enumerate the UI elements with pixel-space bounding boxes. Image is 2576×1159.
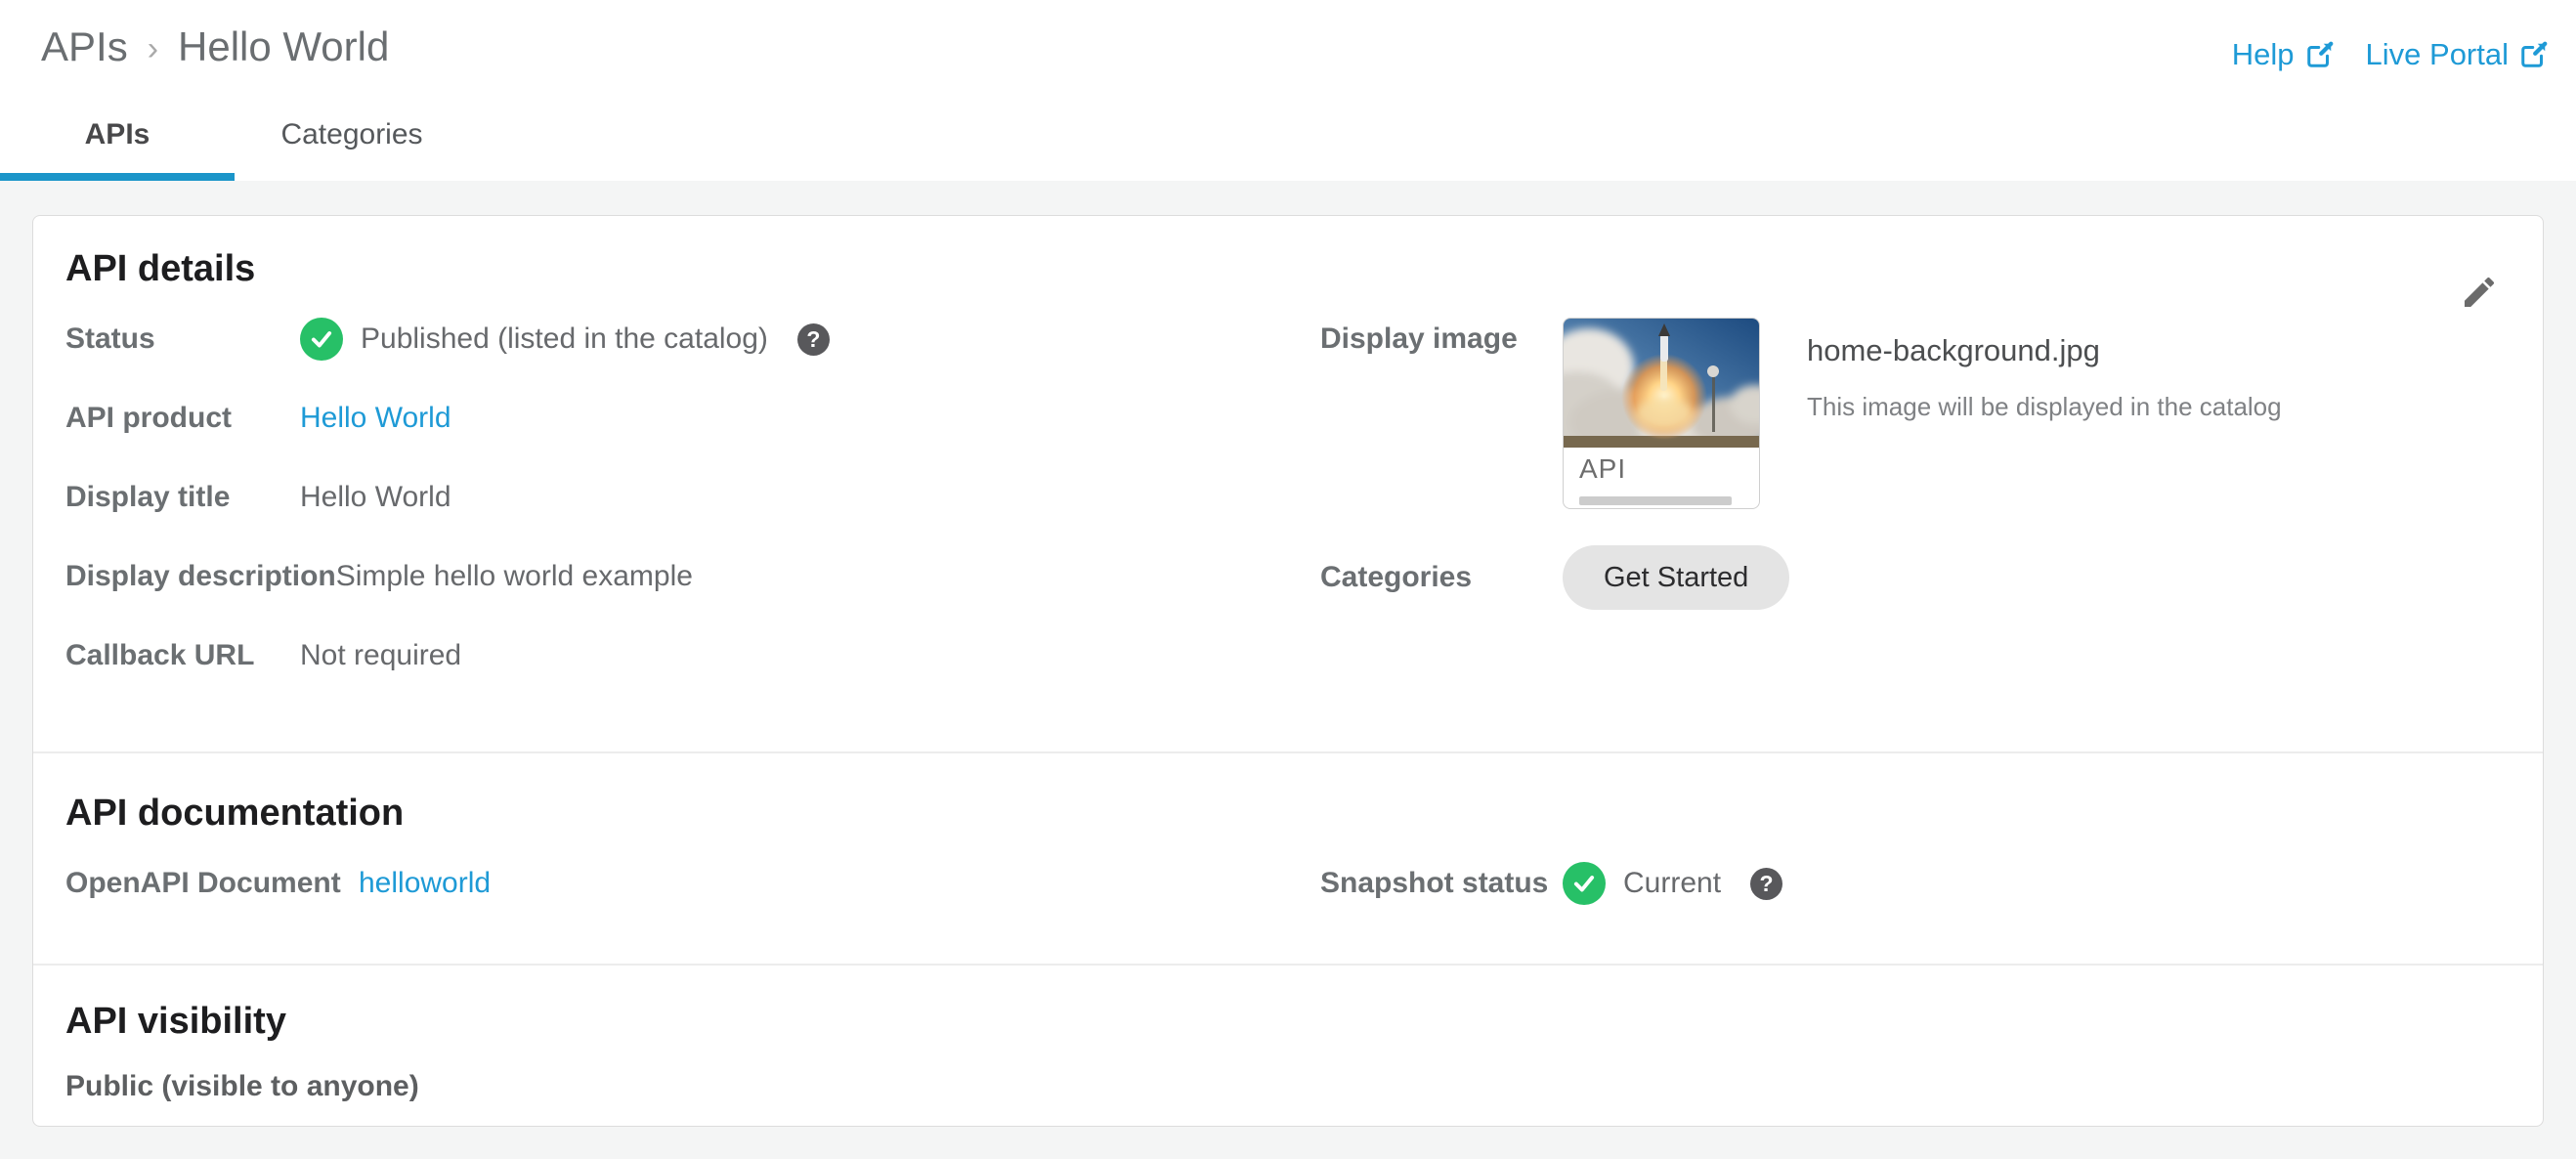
tab-categories[interactable]: Categories (235, 103, 469, 181)
thumbnail-card-body: API (1564, 448, 1759, 508)
display-description-value: Simple hello world example (335, 560, 693, 592)
check-circle-icon (300, 318, 343, 361)
callback-url-label: Callback URL (65, 639, 255, 671)
header-links: Help Live Portal (2232, 37, 2549, 72)
snapshot-status-value: Current (1623, 867, 1722, 899)
openapi-document-label: OpenAPI Document (65, 867, 341, 899)
external-link-icon (2519, 40, 2549, 69)
display-image-filename: home-background.jpg (1807, 333, 2100, 367)
categories-label: Categories (1320, 561, 1473, 593)
categories-row: Categories Get Started (1320, 545, 2511, 610)
api-visibility-section: API visibility Public (visible to anyone… (33, 964, 2543, 1128)
tab-apis[interactable]: APIs (0, 103, 235, 181)
page: APIs › Hello World Help Live Portal APIs… (0, 0, 2576, 1159)
question-mark-icon[interactable]: ? (1750, 867, 1783, 900)
details-right-column: Display image API home-background.jpg Th… (1320, 318, 2511, 646)
status-row: Status Published (listed in the catalog)… (65, 318, 1320, 361)
api-visibility-title: API visibility (65, 1001, 286, 1042)
display-image-thumbnail: API (1563, 318, 1760, 509)
openapi-document-link[interactable]: helloworld (359, 862, 491, 905)
docs-left-column: OpenAPI Document helloworld (65, 862, 1320, 941)
display-description-label: Display description (65, 560, 336, 592)
breadcrumb-current: Hello World (178, 23, 390, 69)
display-title-row: Display title Hello World (65, 476, 1320, 519)
header: APIs › Hello World Help Live Portal APIs… (0, 0, 2576, 181)
display-image-row: Display image API home-background.jpg Th… (1320, 318, 2511, 509)
thumbnail-api-text: API (1579, 453, 1627, 484)
api-details-section: API details Status Published (listed in … (33, 216, 2543, 751)
api-documentation-section: API documentation OpenAPI Document hello… (33, 751, 2543, 964)
live-portal-link-label: Live Portal (2365, 37, 2509, 71)
display-title-label: Display title (65, 481, 231, 513)
check-circle-icon (1563, 862, 1606, 905)
details-left-column: Status Published (listed in the catalog)… (65, 318, 1320, 713)
openapi-document-row: OpenAPI Document helloworld (65, 862, 1320, 905)
external-link-icon (2305, 40, 2335, 69)
pencil-icon[interactable] (2460, 273, 2499, 312)
api-product-label: API product (65, 402, 232, 434)
display-image-caption: This image will be displayed in the cata… (1807, 392, 2282, 421)
rocket-launch-photo (1564, 319, 1759, 448)
question-mark-icon[interactable]: ? (796, 322, 830, 356)
thumbnail-placeholder-bar (1579, 496, 1732, 505)
api-documentation-title: API documentation (65, 793, 405, 834)
api-details-title: API details (65, 248, 256, 289)
live-portal-link[interactable]: Live Portal (2366, 37, 2549, 72)
display-description-row: Display description Simple hello world e… (65, 555, 1320, 598)
display-image-label: Display image (1320, 322, 1518, 355)
chevron-right-icon: › (147, 29, 159, 67)
display-image-meta: home-background.jpg This image will be d… (1807, 318, 2282, 422)
callback-url-row: Callback URL Not required (65, 634, 1320, 677)
status-label: Status (65, 322, 155, 355)
api-product-link[interactable]: Hello World (300, 397, 451, 440)
breadcrumb-root[interactable]: APIs (41, 23, 128, 70)
api-visibility-value: Public (visible to anyone) (65, 1070, 419, 1102)
tab-bar: APIs Categories (0, 103, 469, 181)
help-link[interactable]: Help (2232, 37, 2335, 72)
docs-right-column: Snapshot status Current ? (1320, 862, 2511, 941)
category-tag[interactable]: Get Started (1563, 545, 1790, 610)
breadcrumb: APIs › Hello World (41, 23, 389, 70)
status-value: Published (listed in the catalog) (361, 322, 768, 355)
callback-url-value: Not required (300, 639, 462, 671)
api-card: API details Status Published (listed in … (32, 215, 2544, 1127)
snapshot-status-label: Snapshot status (1320, 867, 1549, 899)
api-product-row: API product Hello World (65, 397, 1320, 440)
help-link-label: Help (2231, 37, 2295, 71)
main-content: API details Status Published (listed in … (0, 181, 2576, 1159)
display-title-value: Hello World (300, 481, 451, 513)
snapshot-status-row: Snapshot status Current ? (1320, 862, 2511, 905)
